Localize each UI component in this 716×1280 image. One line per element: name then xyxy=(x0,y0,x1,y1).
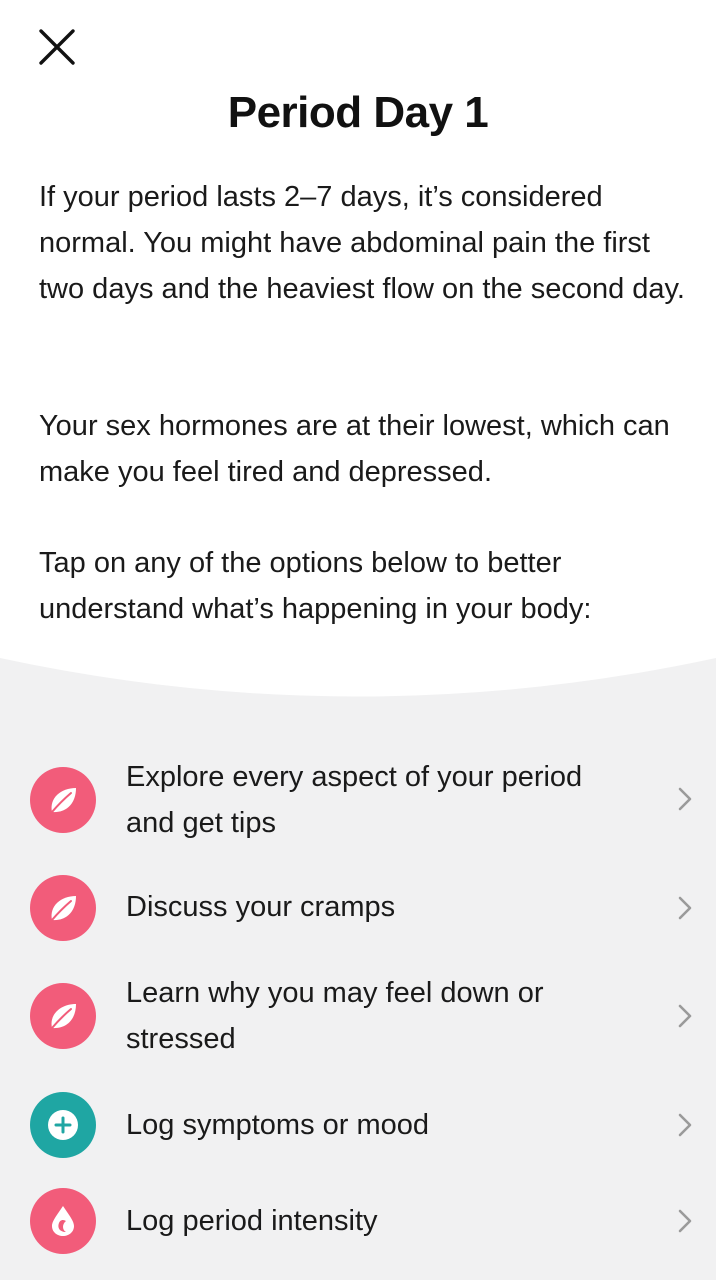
option-label: Log symptoms or mood xyxy=(126,1109,430,1141)
header-section: Period Day 1 If your period lasts 2–7 da… xyxy=(0,0,716,720)
plus-icon xyxy=(30,1092,96,1158)
option-label: Log period intensity xyxy=(126,1205,378,1237)
chevron-right-icon xyxy=(678,787,692,811)
chevron-right-icon xyxy=(678,1113,692,1137)
page-title: Period Day 1 xyxy=(227,88,489,137)
close-icon xyxy=(39,29,75,65)
panel-curve-divider xyxy=(0,640,716,697)
chevron-right-icon xyxy=(678,1209,692,1233)
chevron-right-icon xyxy=(678,896,692,920)
hormones-paragraph: Your sex hormones are at their lowest, w… xyxy=(39,410,670,488)
option-mood[interactable]: Learn why you may feel down or stressed xyxy=(0,968,716,1068)
option-cramps[interactable]: Discuss your cramps xyxy=(0,868,716,948)
option-log-intensity[interactable]: Log period intensity xyxy=(0,1181,716,1261)
option-label: Discuss your cramps xyxy=(126,891,396,923)
drop-icon xyxy=(30,1188,96,1254)
leaf-icon xyxy=(30,767,96,833)
intro-paragraph: If your period lasts 2–7 days, it’s cons… xyxy=(39,181,685,305)
leaf-icon xyxy=(30,875,96,941)
option-log-symptoms[interactable]: Log symptoms or mood xyxy=(0,1085,716,1165)
option-label: Explore every aspect of your period and … xyxy=(126,761,583,839)
close-button[interactable] xyxy=(30,20,84,74)
option-label: Learn why you may feel down or stressed xyxy=(126,977,544,1055)
instructions-paragraph: Tap on any of the options below to bette… xyxy=(39,547,592,625)
option-explore-period[interactable]: Explore every aspect of your period and … xyxy=(0,750,716,850)
leaf-icon xyxy=(30,983,96,1049)
chevron-right-icon xyxy=(678,1004,692,1028)
